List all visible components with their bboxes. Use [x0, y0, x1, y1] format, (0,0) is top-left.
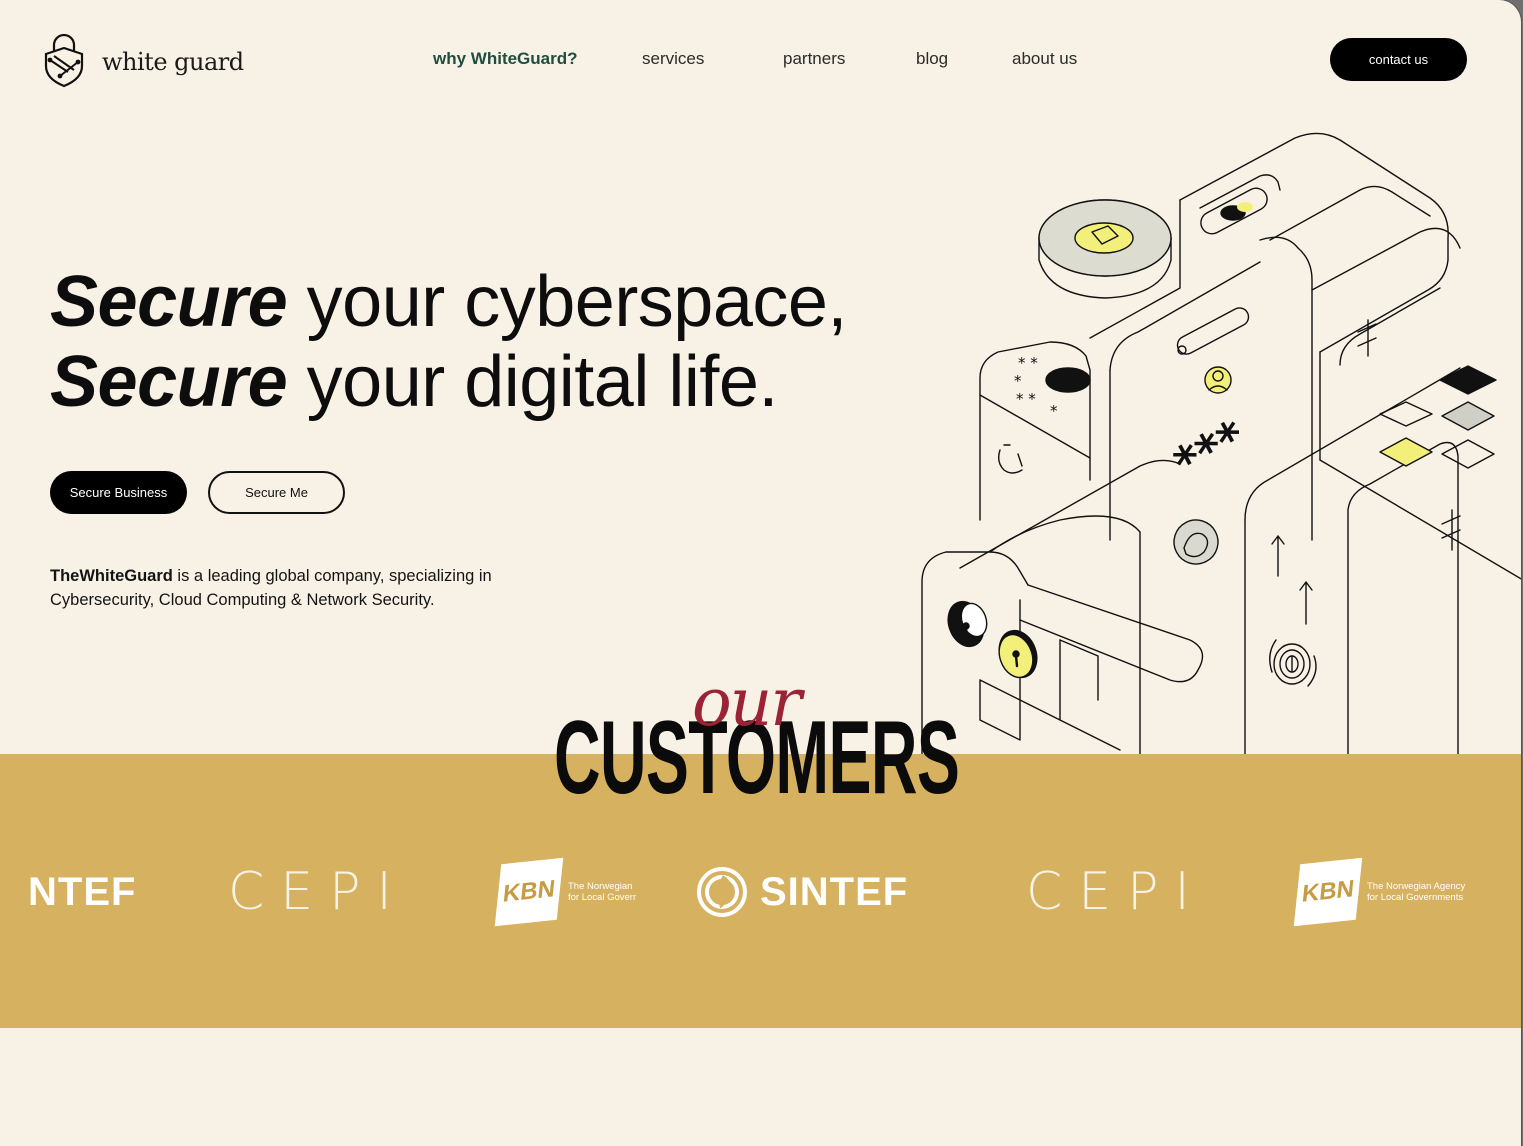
hero-line-1-emphasis: Secure: [50, 262, 288, 342]
next-section: [0, 1028, 1521, 1146]
kbn-logo-box: KBN: [494, 857, 564, 927]
customers-script-word: our: [692, 664, 802, 741]
hero-line-1: Secure your cyberspace,: [50, 262, 847, 342]
hero-line-1-text: your cyberspace,: [287, 262, 848, 342]
sintef-wordmark: NTEF: [28, 869, 137, 914]
kbn-logo-box-2: KBN: [1293, 857, 1363, 927]
kbn-caption-2: The Norwegian Agency for Local Governmen…: [1367, 881, 1466, 903]
cepi-wordmark: CEPI: [228, 862, 408, 922]
company-name: TheWhiteGuard: [50, 567, 173, 585]
svg-text:* *: * *: [1016, 390, 1036, 408]
logo[interactable]: white guard: [40, 32, 244, 88]
customer-logo-cepi: CEPI: [228, 852, 408, 932]
nav-partners[interactable]: partners: [783, 49, 845, 69]
contact-us-button[interactable]: contact us: [1330, 38, 1467, 81]
customers-heading: CUSTOMERS our: [554, 664, 984, 810]
customer-logo-sintef-partial: NTEF: [28, 852, 136, 932]
secure-me-button[interactable]: Secure Me: [208, 471, 345, 514]
logo-wordmark: white guard: [102, 48, 244, 76]
hero-line-2: Secure your digital life.: [50, 342, 778, 422]
security-device-illustration: *** * * * * * *: [921, 132, 1521, 754]
nav-blog[interactable]: blog: [916, 49, 948, 69]
shield-lock-logo-icon: [44, 33, 84, 88]
nav-why-whiteguard[interactable]: why WhiteGuard?: [433, 49, 578, 69]
svg-text:* *: * *: [1018, 354, 1038, 372]
sintef-swirl-icon: [697, 867, 747, 917]
nav-services[interactable]: services: [642, 49, 704, 69]
nav-about-us[interactable]: about us: [1012, 49, 1077, 69]
hero-headline: Secure your cyberspace, Secure your digi…: [50, 262, 847, 422]
page: white guard why WhiteGuard? services par…: [0, 0, 1521, 1146]
customer-logo-kbn: KBN The Norwegian for Local Goverr: [494, 852, 637, 932]
hero-line-2-text: your digital life.: [287, 342, 779, 422]
intro-paragraph: TheWhiteGuard is a leading global compan…: [50, 564, 570, 612]
kbn-caption: The Norwegian for Local Goverr: [568, 881, 637, 903]
cepi-wordmark-2: CEPI: [1026, 862, 1206, 922]
svg-text:*: *: [1014, 372, 1022, 390]
sintef-wordmark-full: SINTEF: [760, 869, 909, 914]
customer-logo-sintef: SINTEF: [696, 852, 908, 932]
secure-business-button[interactable]: Secure Business: [50, 471, 187, 514]
svg-text:***: ***: [1165, 409, 1254, 491]
customer-logo-cepi-2: CEPI: [1026, 852, 1206, 932]
customer-logo-kbn-2: KBN The Norwegian Agency for Local Gover…: [1293, 852, 1466, 932]
hero-line-2-emphasis: Secure: [50, 342, 288, 422]
svg-text:*: *: [1050, 402, 1058, 420]
